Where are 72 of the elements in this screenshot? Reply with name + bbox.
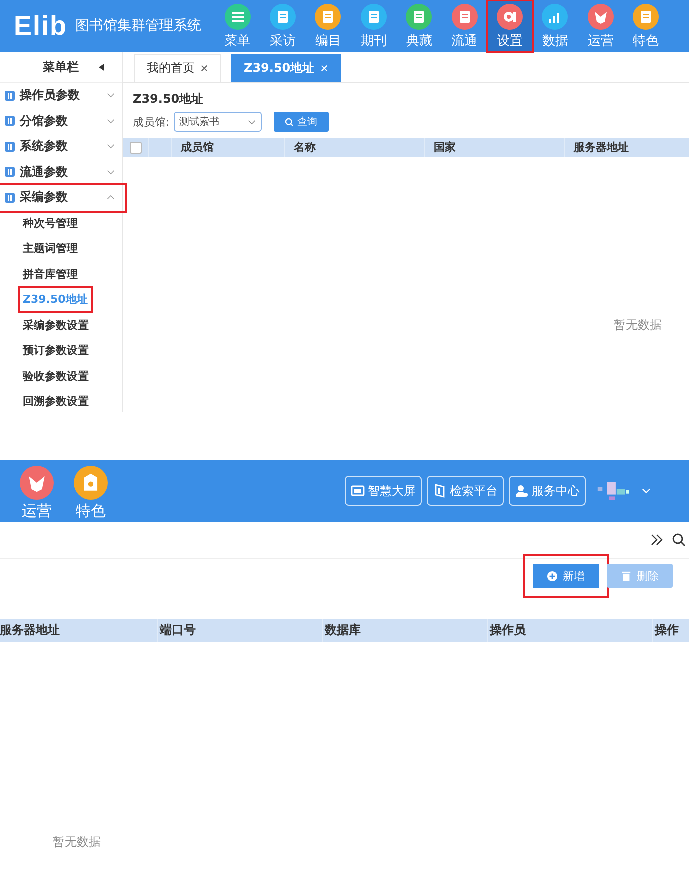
sidebar-group[interactable]: 采编参数: [0, 185, 125, 210]
logo-text: Elib: [14, 10, 68, 42]
collapse-icon[interactable]: [99, 64, 104, 71]
sidebar-item[interactable]: 采编参数设置: [20, 314, 92, 337]
column-header: 名称: [285, 138, 425, 157]
column-header: 操作: [654, 622, 680, 639]
filter-label: 成员馆:: [133, 114, 170, 130]
group-icon: [4, 90, 16, 102]
checkbox[interactable]: [130, 142, 142, 154]
column-header: 端口号: [158, 619, 323, 642]
header-button-icon: [433, 484, 447, 498]
page-title: Z39.50地址: [132, 91, 205, 108]
empty-text: 暂无数据: [614, 317, 662, 334]
action-button[interactable]: 新增: [533, 564, 599, 588]
sidebar-group[interactable]: 分馆参数: [0, 108, 125, 134]
sidebar-group[interactable]: 系统参数: [0, 134, 125, 160]
search-icon: [284, 118, 294, 126]
header-button-icon: [351, 484, 365, 498]
chevron-icon: [107, 93, 115, 98]
chevron-icon: [107, 118, 115, 124]
column-header: 数据库: [323, 619, 488, 642]
nav-item[interactable]: 设置: [487, 0, 533, 52]
group-icon: [4, 140, 16, 153]
group-icon: [4, 192, 16, 204]
dropdown-icon: [248, 120, 256, 124]
header-button-icon: [515, 484, 529, 498]
nav-item[interactable]: 典藏: [396, 0, 442, 52]
system-title: 图书馆集群管理系统: [76, 17, 202, 35]
group-icon: [4, 115, 16, 128]
nav-item[interactable]: 采访: [260, 0, 306, 52]
double-chevron-icon[interactable]: [650, 533, 664, 547]
nav-item[interactable]: 菜单: [215, 0, 260, 52]
group-icon: [4, 166, 16, 178]
plus-icon: [547, 570, 558, 582]
sidebar-item[interactable]: 预订参数设置: [20, 339, 92, 362]
column-header: 服务器地址: [0, 619, 158, 642]
nav-item[interactable]: 特色: [624, 0, 669, 52]
sidebar-item[interactable]: 拼音库管理: [20, 262, 81, 286]
chevron-icon: [107, 144, 115, 150]
close-icon[interactable]: [201, 65, 208, 72]
sidebar-item[interactable]: 主题词管理: [20, 237, 81, 260]
tab[interactable]: 我的首页: [134, 54, 221, 82]
nav-item[interactable]: 编目: [306, 0, 352, 52]
nav-item[interactable]: 期刊: [351, 0, 397, 52]
column-header: 服务器地址: [572, 140, 630, 156]
column-header: 国家: [425, 138, 565, 157]
column-header: 操作员: [488, 619, 653, 642]
chevron-icon: [107, 195, 115, 200]
nav-item[interactable]: 流通: [442, 0, 488, 52]
sidebar-item[interactable]: 种次号管理: [20, 212, 81, 235]
trash-icon: [621, 570, 632, 582]
sidebar-title: 菜单栏: [43, 58, 79, 76]
search-icon[interactable]: [672, 533, 686, 547]
header-button[interactable]: 智慧大屏: [345, 476, 422, 506]
tab[interactable]: Z39.50地址: [231, 54, 341, 82]
member-select[interactable]: 测试索书: [174, 112, 262, 132]
nav-item[interactable]: 数据: [532, 0, 578, 52]
nav-item[interactable]: 特色: [64, 462, 118, 520]
caret-icon[interactable]: [642, 488, 651, 494]
column-header: 成员馆: [172, 138, 285, 157]
chevron-icon: [107, 170, 115, 175]
header-button[interactable]: 检索平台: [427, 476, 504, 506]
empty-text: 暂无数据: [53, 835, 101, 849]
sidebar-item[interactable]: 回溯参数设置: [20, 390, 92, 412]
query-button[interactable]: 查询: [274, 112, 329, 132]
sidebar-item[interactable]: 验收参数设置: [20, 364, 92, 388]
header-button[interactable]: 服务中心: [509, 476, 586, 506]
sidebar-group[interactable]: 操作员参数: [0, 83, 125, 108]
sidebar-item[interactable]: Z39.50地址: [20, 288, 91, 312]
nav-item[interactable]: 运营: [10, 462, 64, 520]
nav-item[interactable]: 运营: [578, 0, 624, 52]
sidebar-group[interactable]: 流通参数: [0, 160, 125, 185]
